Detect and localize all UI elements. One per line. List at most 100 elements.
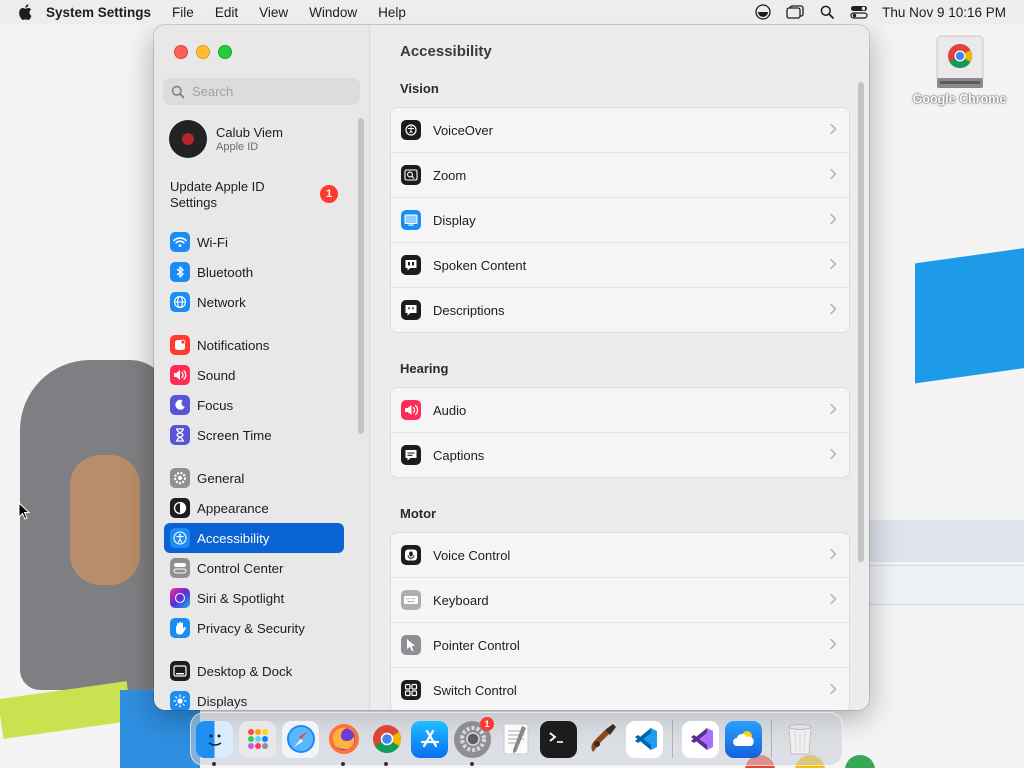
section-title-motor: Motor (400, 506, 437, 521)
sidebar-item-bluetooth[interactable]: Bluetooth (164, 257, 344, 287)
finder-icon[interactable] (196, 720, 233, 766)
page-title: Accessibility (400, 43, 492, 60)
sidebar-item-siri-spotlight[interactable]: Siri & Spotlight (164, 583, 344, 613)
row-label: Zoom (433, 167, 467, 183)
firefox-icon[interactable] (325, 721, 362, 766)
apple-id-profile[interactable]: Calub Viem Apple ID (169, 120, 283, 158)
sound-icon (170, 365, 190, 385)
row-voice-control[interactable]: Voice Control (391, 533, 849, 577)
background-window-band (868, 565, 1024, 605)
appearance-icon (170, 498, 190, 518)
sidebar-search[interactable] (163, 78, 360, 105)
vscode-icon[interactable] (626, 720, 663, 758)
wallpaper-figure-face (70, 455, 140, 585)
row-zoom[interactable]: Zoom (391, 152, 849, 197)
keyboard-icon (401, 590, 421, 610)
sidebar-item-label: Displays (197, 693, 248, 709)
dock: 1 (190, 712, 843, 766)
system-settings-window: Calub Viem Apple ID Update Apple ID Sett… (154, 25, 869, 710)
update-apple-id-label: Update Apple ID Settings (170, 179, 265, 210)
minimize-window-button[interactable] (196, 45, 210, 59)
notifications-icon (170, 335, 190, 355)
row-switch-control[interactable]: Switch Control (391, 667, 849, 710)
sidebar-scrollbar[interactable] (358, 118, 364, 434)
dock-separator (672, 720, 673, 758)
running-indicator (212, 761, 216, 766)
trash-icon[interactable] (781, 721, 818, 758)
close-window-button[interactable] (174, 45, 188, 59)
sidebar-item-label: Siri & Spotlight (197, 590, 285, 606)
launchpad-icon[interactable] (239, 720, 276, 758)
sidebar-item-accessibility[interactable]: Accessibility (164, 523, 344, 553)
row-pointer-control[interactable]: Pointer Control (391, 622, 849, 667)
chevron-right-icon (830, 303, 837, 315)
menu-file[interactable]: File (172, 5, 194, 20)
settings-group-vision: VoiceOver Zoom Display Spoken Content De… (390, 107, 850, 333)
sidebar-item-desktop-dock[interactable]: Desktop & Dock (164, 656, 344, 686)
stage-manager-icon[interactable] (786, 4, 804, 20)
running-indicator (384, 761, 388, 766)
audio-icon (401, 400, 421, 420)
row-spoken-content[interactable]: Spoken Content (391, 242, 849, 287)
row-label: Audio (433, 402, 467, 418)
row-label: Spoken Content (433, 257, 527, 273)
sidebar-item-network[interactable]: Network (164, 287, 344, 317)
bluetooth-icon (170, 262, 190, 282)
app-store-icon[interactable] (411, 720, 448, 758)
row-descriptions[interactable]: Descriptions (391, 287, 849, 332)
row-audio[interactable]: Audio (391, 388, 849, 432)
row-label: Captions (433, 447, 485, 463)
row-voiceover[interactable]: VoiceOver (391, 108, 849, 152)
menu-help[interactable]: Help (378, 5, 406, 20)
menu-window[interactable]: Window (309, 5, 357, 20)
zoom-window-button[interactable] (218, 45, 232, 59)
sidebar-item-sound[interactable]: Sound (164, 360, 344, 390)
control-center-icon[interactable] (850, 4, 868, 20)
instruments-icon[interactable] (583, 721, 620, 758)
search-input[interactable] (192, 84, 352, 99)
sidebar-item-general[interactable]: General (164, 463, 344, 493)
system-settings-icon[interactable]: 1 (454, 716, 494, 766)
sidebar-item-notifications[interactable]: Notifications (164, 330, 344, 360)
row-display[interactable]: Display (391, 197, 849, 242)
sidebar-item-appearance[interactable]: Appearance (164, 493, 344, 523)
menu-clock[interactable]: Thu Nov 9 10:16 PM (882, 5, 1006, 20)
sidebar-group-desktop: Desktop & Dock Displays (164, 656, 344, 710)
safari-icon[interactable] (282, 720, 319, 758)
sidebar-item-control-center[interactable]: Control Center (164, 553, 344, 583)
sidebar-item-privacy-security[interactable]: Privacy & Security (164, 613, 344, 643)
weather-icon[interactable] (725, 720, 762, 758)
row-label: VoiceOver (433, 122, 493, 138)
sidebar-item-focus[interactable]: Focus (164, 390, 344, 420)
visual-studio-icon[interactable] (682, 720, 719, 758)
menu-app-name[interactable]: System Settings (46, 5, 151, 20)
desktop-icon-label: Google Chrome (912, 92, 1007, 106)
textedit-icon[interactable] (497, 721, 534, 758)
hourglass-icon (170, 425, 190, 445)
sidebar-item-label: Appearance (197, 500, 269, 516)
accessibility-status-icon[interactable] (754, 4, 772, 20)
row-captions[interactable]: Captions (391, 432, 849, 477)
spotlight-search-icon[interactable] (818, 4, 836, 20)
apple-menu-icon[interactable] (18, 4, 32, 20)
control-center-icon (170, 558, 190, 578)
chrome-icon[interactable] (368, 721, 405, 766)
update-apple-id-item[interactable]: Update Apple ID Settings 1 (170, 179, 350, 211)
sidebar-item-displays[interactable]: Displays (164, 686, 344, 710)
background-window-band (868, 520, 1024, 562)
sidebar-item-screen-time[interactable]: Screen Time (164, 420, 344, 450)
menu-view[interactable]: View (259, 5, 288, 20)
main-scrollbar[interactable] (858, 82, 864, 562)
terminal-icon[interactable] (540, 720, 577, 758)
running-indicator (470, 761, 474, 766)
desktop-icon-chrome[interactable]: Google Chrome (912, 34, 1007, 106)
menu-edit[interactable]: Edit (215, 5, 238, 20)
sidebar-item-wifi[interactable]: Wi-Fi (164, 227, 344, 257)
row-label: Switch Control (433, 682, 517, 698)
row-label: Descriptions (433, 302, 505, 318)
row-keyboard[interactable]: Keyboard (391, 577, 849, 622)
chevron-right-icon (830, 548, 837, 560)
profile-text: Calub Viem Apple ID (216, 125, 283, 153)
sidebar-item-label: Control Center (197, 560, 284, 576)
accessibility-icon (170, 528, 190, 548)
